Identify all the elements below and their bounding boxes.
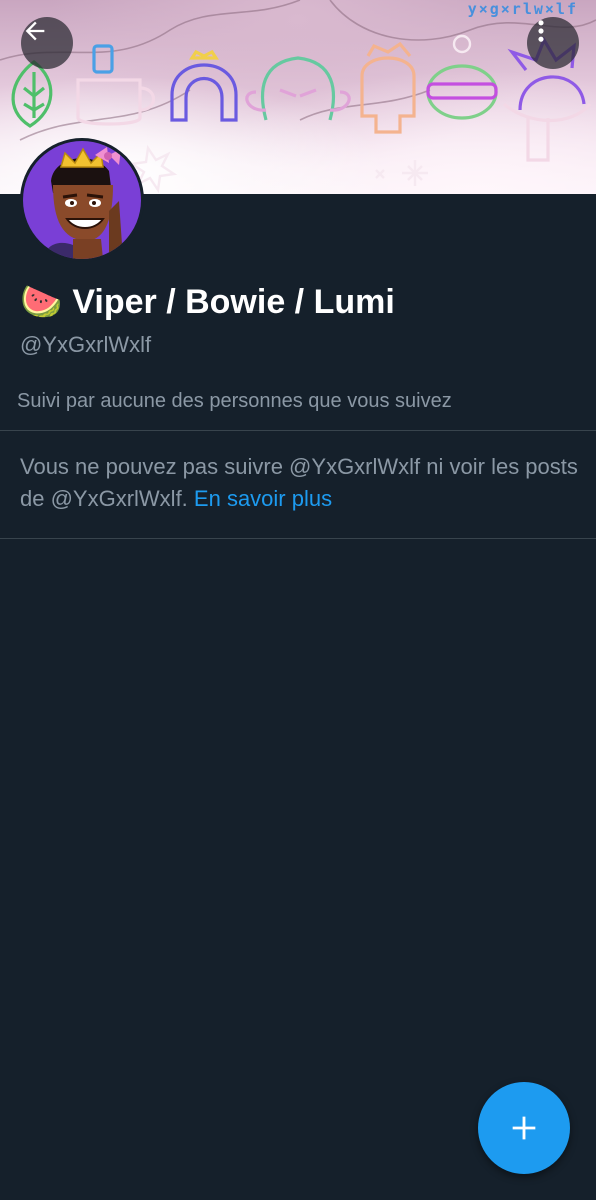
back-button[interactable] [21, 17, 73, 69]
plus-icon [512, 1116, 536, 1140]
compose-post-button[interactable] [478, 1082, 570, 1174]
divider [0, 538, 596, 539]
banner-watermark-text: y×g×rlw×lf [467, 0, 578, 18]
profile-avatar[interactable] [20, 138, 144, 262]
arrow-left-icon [25, 21, 45, 41]
learn-more-link[interactable]: En savoir plus [194, 486, 332, 511]
divider [0, 430, 596, 431]
vertical-dots-icon [538, 20, 544, 42]
avatar-image [23, 141, 141, 259]
more-options-button[interactable] [527, 17, 579, 69]
display-name-text: Viper / Bowie / Lumi [72, 282, 395, 321]
blocked-notice: Vous ne pouvez pas suivre @YxGxrlWxlf ni… [20, 451, 580, 515]
watermelon-emoji: 🍉 [20, 283, 63, 321]
profile-display-name: 🍉 Viper / Bowie / Lumi [20, 282, 395, 322]
followed-by-text: Suivi par aucune des personnes que vous … [17, 390, 452, 412]
profile-handle: @YxGxrlWxlf [20, 332, 152, 357]
profile-screen: y×g×rlw×lf 🍉 Viper / Bowie / Lumi @YxGxr… [0, 0, 596, 1200]
